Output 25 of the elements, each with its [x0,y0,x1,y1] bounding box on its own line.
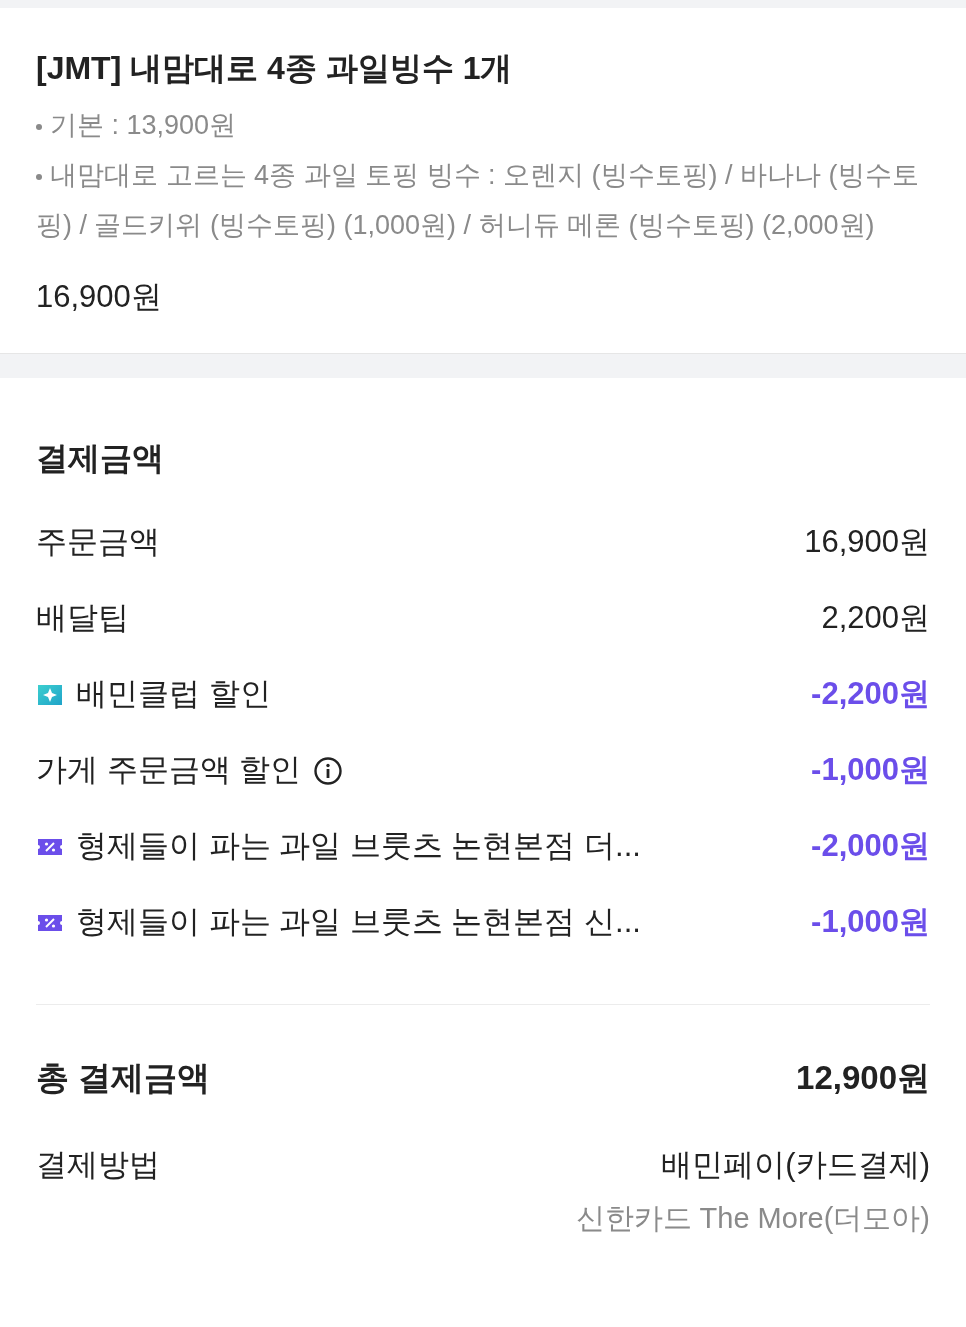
section-heading: 결제금액 [36,438,165,478]
row-amount: -2,200원 [811,675,930,714]
row-label: 형제들이 파는 과일 브룻츠 논현본점 신... [76,903,641,942]
row-label: 배민클럽 할인 [76,675,271,714]
bullet-icon [36,173,42,180]
row-label: 형제들이 파는 과일 브룻츠 논현본점 더... [76,827,641,866]
row-amount: 2,200원 [821,599,930,638]
option-text: 기본 : 13,900원 [36,100,930,150]
row-amount: -2,000원 [811,827,930,866]
row-label: 가게 주문금액 할인 [36,751,302,790]
item-price: 16,900원 [36,278,163,316]
row-amount: 16,900원 [804,523,930,562]
item-title: [JMT] 내맘대로 4종 과일빙수 1개 [36,49,514,88]
row-amount: -1,000원 [811,903,930,942]
payment-method: 배민페이(카드결제) [661,1146,930,1184]
method-label: 결제방법 [36,1146,160,1184]
info-icon[interactable] [313,755,344,786]
row-label: 배달팁 [36,599,129,638]
option-text: 내맘대로 고르는 4종 과일 토핑 빙수 : 오렌지 (빙수토핑) / 바나나 (빙수토핑) / 골드키위 (빙수토핑) (1,000원) / 허니듀 메론 (빙수토핑) (2,000원) [36,159,920,242]
bullet-icon [36,123,42,130]
total-amount: 12,900원 [796,1057,930,1098]
row-amount: -1,000원 [811,751,930,790]
row-label: 주문금액 [36,523,160,562]
total-label: 총 결제금액 [36,1057,211,1098]
card-name: 신한카드 The More(더모아) [575,1200,930,1236]
